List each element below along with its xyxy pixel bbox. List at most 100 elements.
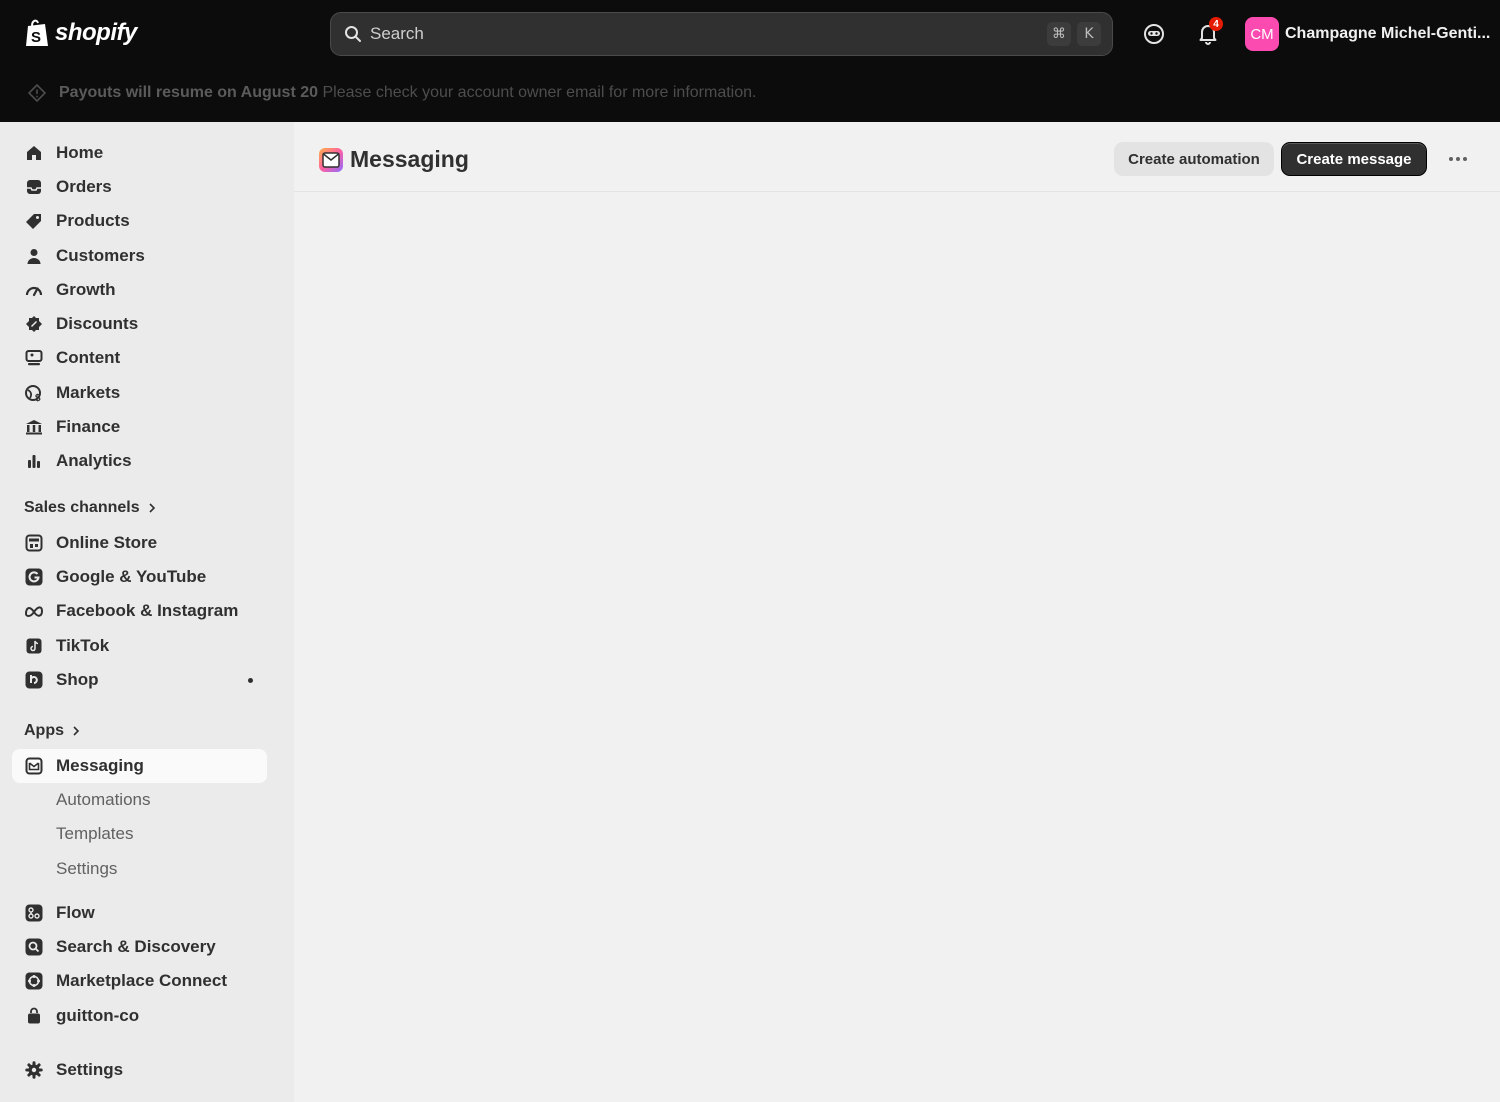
sidebar-item-markets[interactable]: $ Markets	[12, 376, 267, 410]
sidebar-item-label: Growth	[56, 280, 116, 299]
sidebar-item-shop[interactable]: Shop	[12, 663, 267, 697]
sidebar-item-search-discovery[interactable]: Search & Discovery	[12, 930, 267, 964]
sidebar-item-label: Discounts	[56, 314, 139, 333]
svg-text:S: S	[31, 29, 41, 46]
shop-icon	[24, 670, 44, 690]
gauge-icon	[24, 280, 44, 300]
tiktok-icon	[24, 636, 44, 656]
sidebar-item-label: Online Store	[56, 533, 158, 552]
gear-icon	[24, 1060, 44, 1080]
shopify-bag-icon: S	[26, 19, 48, 46]
k-key: K	[1077, 22, 1101, 46]
sidebar-item-label: Content	[56, 348, 121, 367]
bar-chart-icon	[24, 451, 44, 471]
brand-name: shopify	[55, 19, 137, 46]
sidebar-item-label: Orders	[56, 177, 112, 196]
content-icon	[24, 348, 44, 368]
sidebar-item-marketplace-connect[interactable]: Marketplace Connect	[12, 964, 267, 998]
search-bar[interactable]: ⌘ K	[330, 12, 1113, 56]
sidebar-subitem-automations[interactable]: Automations	[56, 790, 151, 810]
bag-icon	[24, 1006, 44, 1026]
sidebar-item-home[interactable]: Home	[12, 136, 267, 170]
sidebar-item-online-store[interactable]: Online Store	[12, 526, 267, 560]
sidebar-item-label: TikTok	[56, 636, 110, 655]
globe-icon: $	[24, 383, 44, 403]
unread-dot	[248, 677, 253, 683]
sidebar-item-products[interactable]: Products	[12, 204, 267, 238]
sidebar-item-settings[interactable]: Settings	[12, 1053, 267, 1087]
chevron-right-icon	[73, 726, 80, 736]
sales-channels-label: Sales channels	[24, 499, 140, 516]
person-icon	[24, 246, 44, 266]
sidebar-item-orders[interactable]: Orders	[12, 170, 267, 204]
sidekick-icon	[1144, 24, 1164, 44]
svg-text:$: $	[35, 393, 41, 402]
sidebar-item-facebook-instagram[interactable]: Facebook & Instagram	[12, 594, 267, 628]
shopify-logo[interactable]: S shopify	[24, 18, 137, 48]
sidebar-item-label: Customers	[56, 246, 145, 265]
sidebar-item-label: Marketplace Connect	[56, 971, 227, 990]
sidebar-item-label: Shop	[56, 670, 99, 689]
sidebar-item-content[interactable]: Content	[12, 341, 267, 375]
search-icon	[345, 26, 361, 42]
chevron-right-icon	[149, 503, 155, 513]
account-name: Champagne Michel-Genti...	[1285, 25, 1491, 42]
page-header: Messaging Create automation Create messa…	[294, 122, 1500, 192]
sidebar-item-discounts[interactable]: Discounts	[12, 307, 267, 341]
account-menu[interactable]: CM Champagne Michel-Genti...	[1245, 17, 1490, 51]
sidebar-item-label: Analytics	[56, 451, 132, 470]
google-icon	[24, 567, 44, 587]
page-title-text: Messaging	[350, 146, 469, 172]
top-bar: S shopify ⌘ K 4 CM Champagne Michel-Gent…	[0, 0, 1500, 122]
sidebar-item-finance[interactable]: Finance	[12, 410, 267, 444]
messaging-app-icon	[319, 147, 343, 172]
banner-text: Please check your account owner email fo…	[322, 84, 757, 101]
sidebar-item-guitton-co[interactable]: guitton-co	[12, 999, 267, 1033]
sidebar-item-label: Markets	[56, 383, 121, 402]
sidebar: Home Orders Products Customers Growth Di…	[0, 122, 294, 1102]
sidebar-item-label: Settings	[56, 1060, 124, 1079]
sidebar-subitem-settings[interactable]: Settings	[56, 859, 117, 879]
flow-icon	[24, 903, 44, 923]
sidebar-item-label: Facebook & Instagram	[56, 601, 239, 620]
notification-badge: 4	[1209, 17, 1223, 31]
tag-icon	[24, 211, 44, 231]
sales-channels-header[interactable]: Sales channels	[24, 499, 156, 517]
sidebar-item-messaging[interactable]: Messaging	[12, 749, 267, 783]
sidebar-item-customers[interactable]: Customers	[12, 239, 267, 273]
sidebar-item-growth[interactable]: Growth	[12, 273, 267, 307]
create-message-button[interactable]: Create message	[1281, 142, 1427, 176]
sidebar-item-label: Search & Discovery	[56, 937, 216, 956]
sidebar-item-label: Products	[56, 211, 130, 230]
avatar: CM	[1245, 17, 1279, 51]
create-automation-button[interactable]: Create automation	[1114, 142, 1274, 176]
sidebar-item-label: Google & YouTube	[56, 567, 207, 586]
payout-banner: Payouts will resume on August 20 Please …	[28, 84, 756, 102]
sidebar-item-tiktok[interactable]: TikTok	[12, 629, 267, 663]
meta-icon	[24, 601, 44, 621]
search-input[interactable]	[370, 24, 1010, 44]
store-icon	[24, 533, 44, 553]
sidebar-item-google-youtube[interactable]: Google & YouTube	[12, 560, 267, 594]
bank-icon	[24, 417, 44, 437]
sidebar-item-label: Finance	[56, 417, 121, 436]
sidebar-item-label: guitton-co	[56, 1006, 140, 1025]
sidebar-item-flow[interactable]: Flow	[12, 896, 267, 930]
search-discovery-icon	[24, 937, 44, 957]
sidekick-button[interactable]	[1141, 20, 1167, 48]
more-actions-button[interactable]	[1446, 149, 1470, 169]
notifications-button[interactable]: 4	[1195, 17, 1223, 48]
page-title: Messaging	[318, 146, 469, 173]
home-icon	[24, 143, 44, 163]
apps-header[interactable]: Apps	[24, 722, 80, 740]
sidebar-item-analytics[interactable]: Analytics	[12, 444, 267, 478]
banner-bold-text: Payouts will resume on August 20	[59, 84, 319, 101]
sidebar-item-label: Messaging	[56, 756, 144, 775]
inbox-icon	[24, 177, 44, 197]
apps-label: Apps	[24, 722, 64, 739]
discount-icon	[24, 314, 44, 334]
sidebar-item-label: Home	[56, 143, 104, 162]
sidebar-subitem-templates[interactable]: Templates	[56, 824, 133, 844]
marketplace-icon	[24, 971, 44, 991]
ellipsis-icon	[1449, 157, 1453, 161]
